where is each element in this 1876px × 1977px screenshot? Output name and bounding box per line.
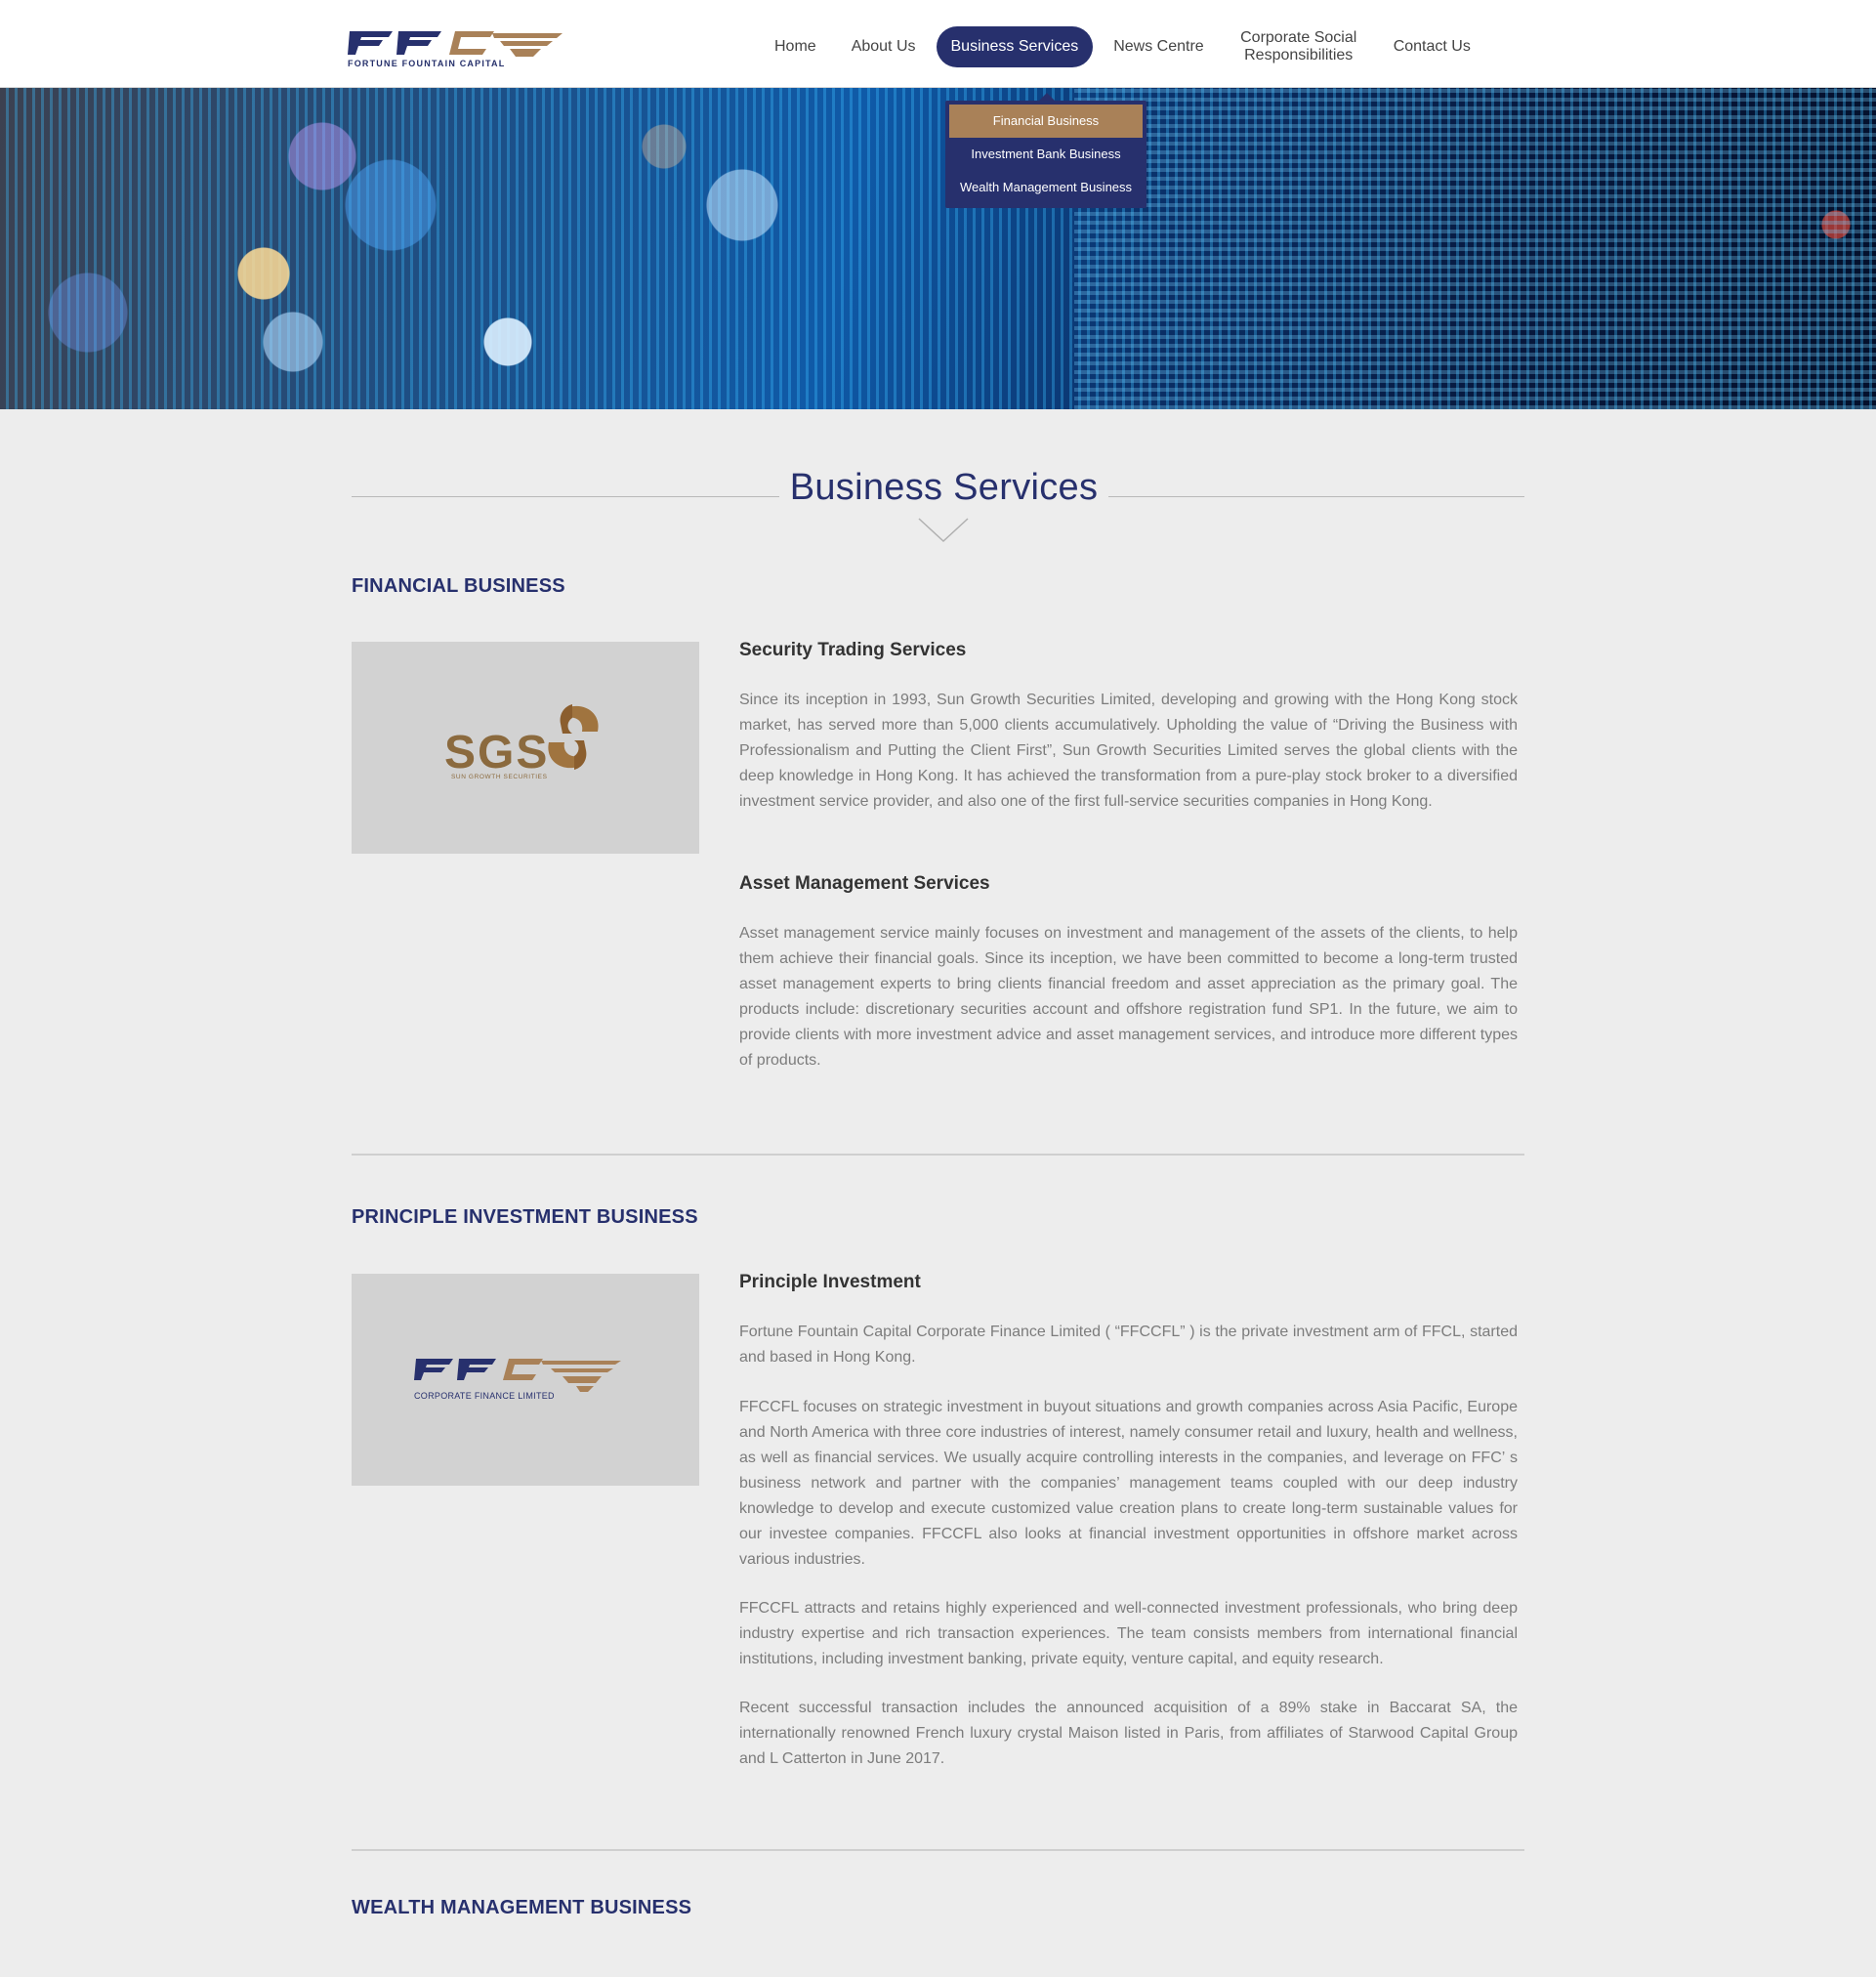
main-nav: Home About Us Business Services News Cen… [757, 25, 1488, 68]
ffc-logo-mark [348, 31, 563, 57]
business-services-dropdown: Financial Business Investment Bank Busin… [945, 93, 1146, 208]
ffc-logo[interactable]: FORTUNE FOUNTAIN CAPITAL [348, 27, 563, 72]
ffccfl-logo: CORPORATE FINANCE LIMITED [414, 1359, 621, 1401]
principle-investment-text-3: FFCCFL attracts and retains highly exper… [739, 1600, 1518, 1667]
chevron-down-icon [918, 518, 969, 543]
sgs-logo: SGS SUN GROWTH SECURITIES [444, 704, 599, 780]
section-divider [352, 1849, 1524, 1851]
ffccfl-logo-caption: CORPORATE FINANCE LIMITED [414, 1391, 555, 1401]
page-title: Business Services [789, 467, 1099, 508]
banner-led-bars [1074, 88, 1876, 409]
title-rule-right [1108, 496, 1524, 497]
title-rule-left [352, 496, 779, 497]
subheading-security-trading: Security Trading Services [739, 640, 967, 660]
nav-news-centre[interactable]: News Centre [1099, 26, 1218, 67]
section-title-financial: FINANCIAL BUSINESS [352, 575, 565, 597]
svg-text:SGS: SGS [444, 727, 549, 778]
site-header: FORTUNE FOUNTAIN CAPITAL Home About Us B… [0, 0, 1876, 88]
sgs-logo-box: SGS SUN GROWTH SECURITIES [352, 642, 699, 854]
section-title-wealth-management: WEALTH MANAGEMENT BUSINESS [352, 1897, 692, 1918]
hero-banner-image [0, 88, 1876, 409]
subheading-principle-investment: Principle Investment [739, 1272, 921, 1292]
nav-home[interactable]: Home [760, 26, 831, 67]
nav-contact-us[interactable]: Contact Us [1379, 26, 1485, 67]
principle-investment-text-1: Fortune Fountain Capital Corporate Finan… [739, 1324, 1518, 1366]
dropdown-item-financial-business[interactable]: Financial Business [949, 105, 1143, 138]
page-title-row: Business Services [352, 467, 1524, 526]
nav-about-us[interactable]: About Us [837, 26, 931, 67]
nav-business-services[interactable]: Business Services [936, 26, 1094, 67]
ffccfl-logo-box: CORPORATE FINANCE LIMITED [352, 1274, 699, 1486]
sgs-logo-caption: SUN GROWTH SECURITIES [451, 774, 548, 780]
principle-investment-text-2: FFCCFL focuses on strategic investment i… [739, 1399, 1518, 1568]
dropdown-item-investment-bank-business[interactable]: Investment Bank Business [949, 138, 1143, 171]
section-title-principle-investment: PRINCIPLE INVESTMENT BUSINESS [352, 1206, 698, 1228]
dropdown-item-wealth-management-business[interactable]: Wealth Management Business [949, 171, 1143, 204]
subheading-asset-management: Asset Management Services [739, 873, 990, 894]
asset-management-text: Asset management service mainly focuses … [739, 925, 1518, 1069]
logo-tagline: FORTUNE FOUNTAIN CAPITAL [348, 59, 506, 68]
section-divider [352, 1154, 1524, 1156]
principle-investment-text-4: Recent successful transaction includes t… [739, 1700, 1518, 1767]
nav-csr[interactable]: Corporate Social Responsibilities [1225, 26, 1373, 67]
security-trading-text: Since its inception in 1993, Sun Growth … [739, 692, 1518, 810]
